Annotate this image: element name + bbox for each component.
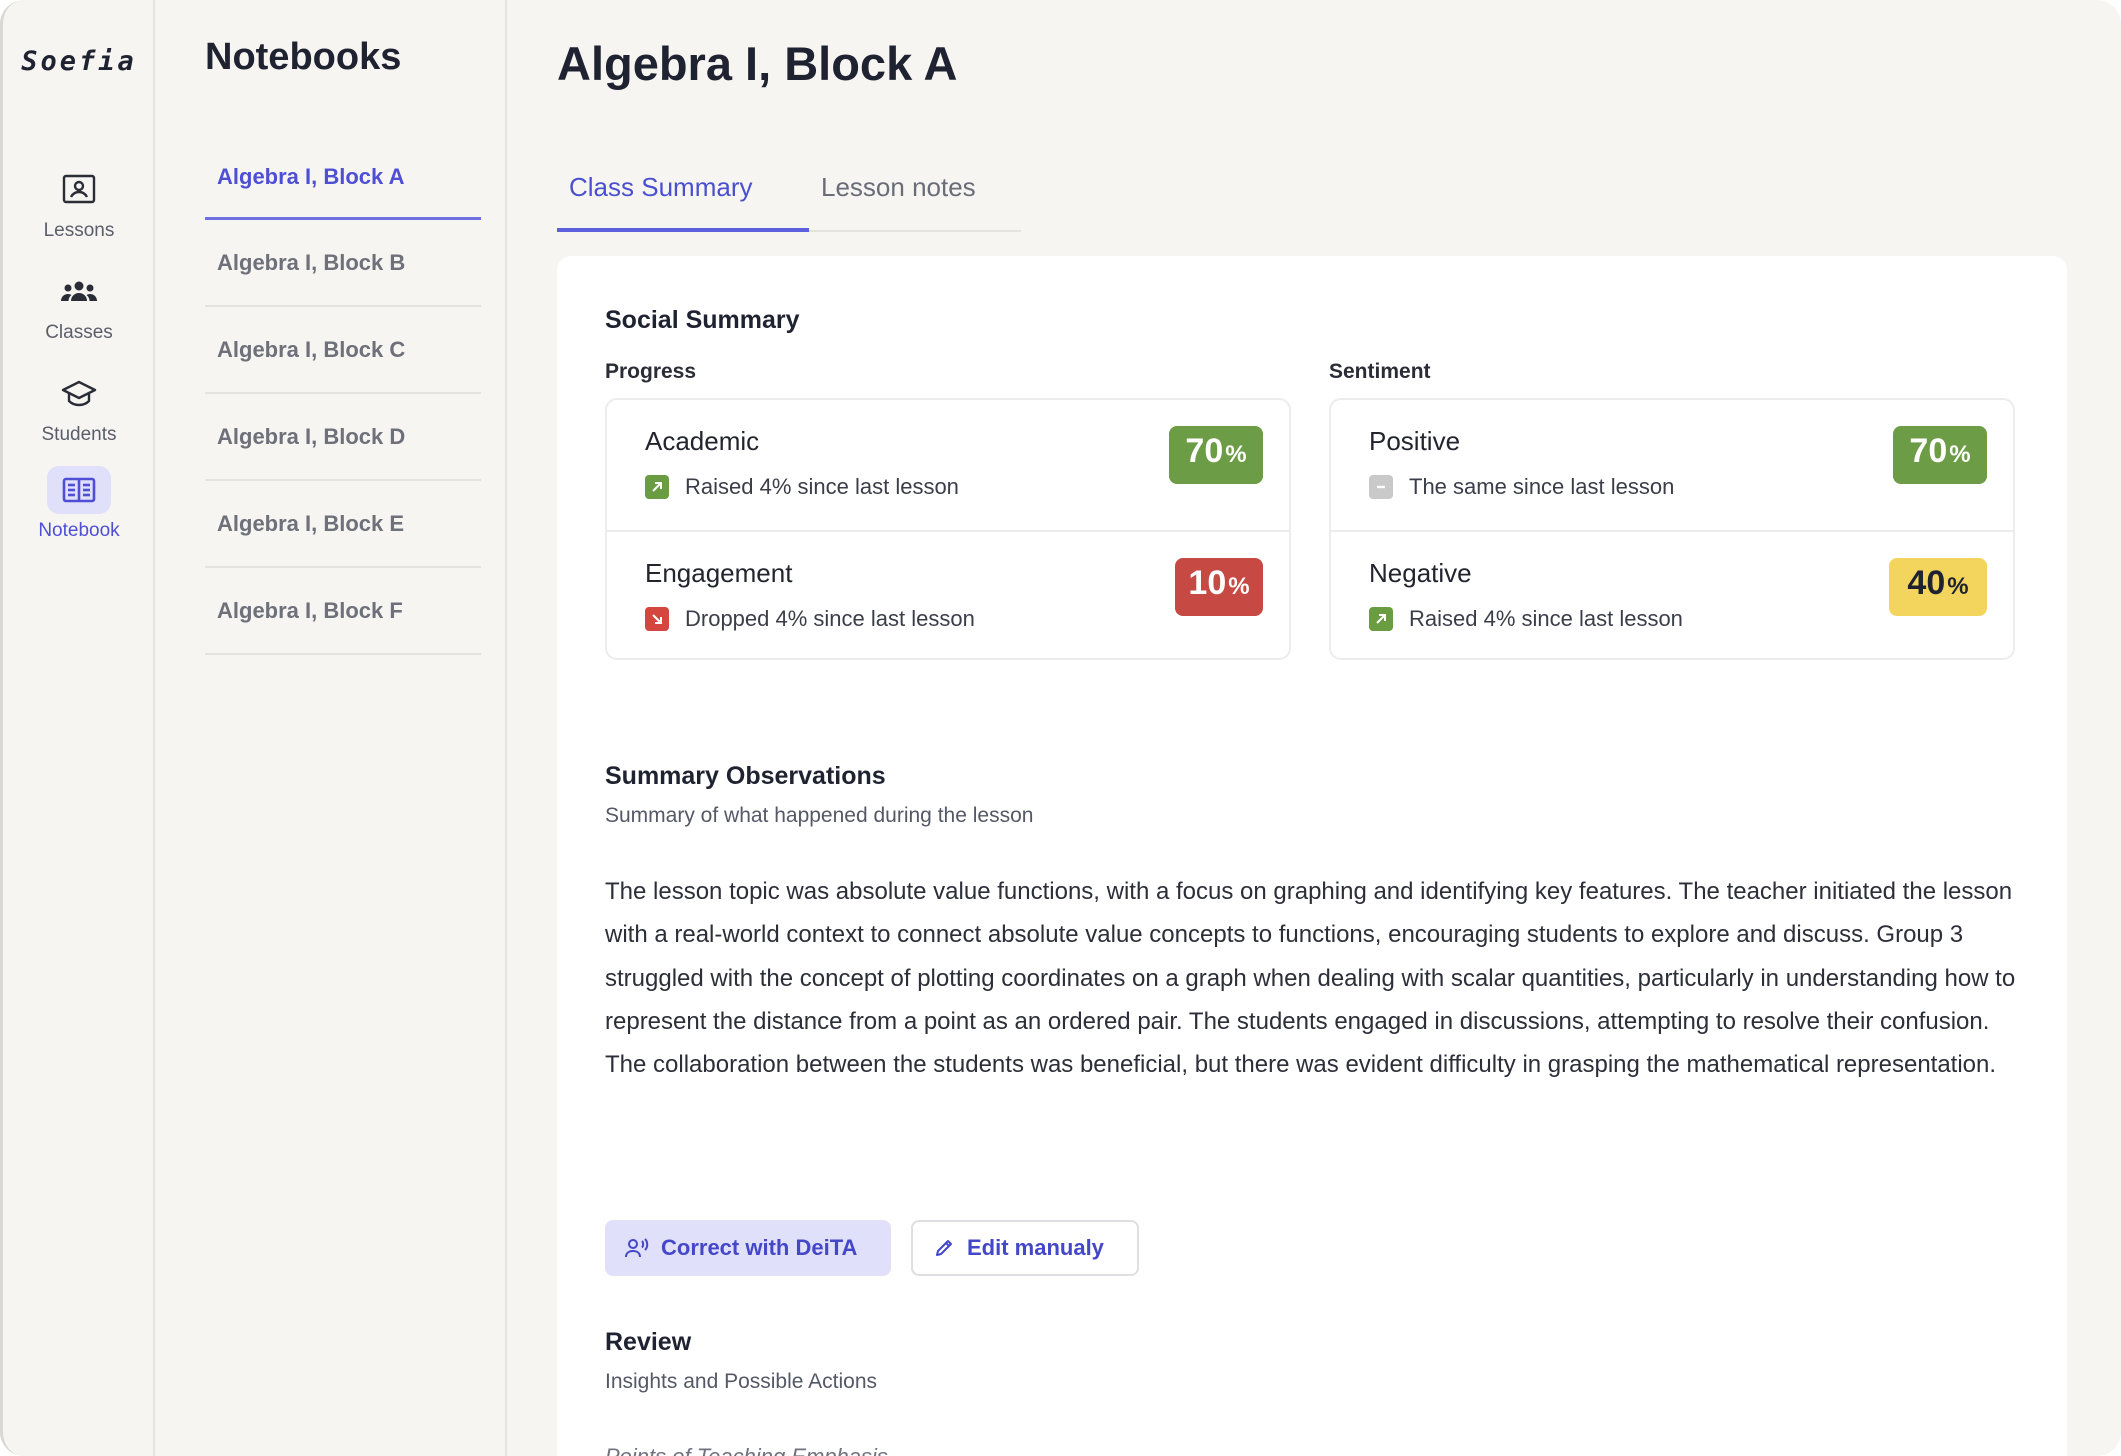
rail-label-lessons: Lessons [43,220,115,241]
trend-down-icon [645,607,669,631]
review-next-heading: Points of Teaching Emphasis [605,1444,888,1456]
observations-body: The lesson topic was absolute value func… [605,878,2016,1079]
app-logo: Soefia [21,46,137,77]
metric-engagement: Engagement Dropped 4% since last lesson … [607,530,1289,660]
rail-label-students: Students [41,424,117,445]
percent-value: 10 [1188,564,1227,602]
metric-change: Raised 4% since last lesson [645,474,959,500]
progress-label: Progress [605,360,697,383]
correct-with-deita-button[interactable]: Correct with DeiTA [605,1220,891,1276]
rail-label-notebook: Notebook [38,520,120,541]
metric-change-text: Raised 4% since last lesson [1409,606,1683,631]
students-icon [47,370,111,418]
percent-badge: 40% [1889,558,1987,616]
notebooks-list: Algebra I, Block A Algebra I, Block B Al… [205,134,481,655]
metric-name: Negative [1369,558,1472,588]
metric-change-text: Dropped 4% since last lesson [685,606,975,631]
percent-badge: 10% [1175,558,1263,616]
percent-unit: % [1949,441,1971,468]
rail-item-notebook[interactable]: Notebook [3,466,155,542]
voice-icon [625,1238,649,1258]
review-subtitle: Insights and Possible Actions [605,1370,877,1393]
metric-name: Academic [645,426,760,456]
trend-up-icon [1369,607,1393,631]
social-summary-title: Social Summary [605,306,800,334]
notebook-item-block-e[interactable]: Algebra I, Block E [205,481,481,568]
metric-negative: Negative Raised 4% since last lesson 40% [1331,530,2013,660]
metric-change: Dropped 4% since last lesson [645,606,975,632]
percent-value: 40 [1907,564,1946,602]
rail-label-classes: Classes [45,322,113,343]
notebook-item-block-b[interactable]: Algebra I, Block B [205,220,481,307]
sentiment-label: Sentiment [1329,360,1431,383]
trend-up-icon [645,475,669,499]
notebooks-panel: Notebooks Algebra I, Block A Algebra I, … [155,0,507,1456]
main-content: Algebra I, Block A Class Summary Lesson … [507,0,2121,1456]
percent-badge: 70% [1893,426,1987,484]
metric-name: Positive [1369,426,1461,456]
review-title: Review [605,1328,692,1356]
metric-name: Engagement [645,558,793,588]
nav-rail: Soefia Lessons Classes Students Notebook [3,0,155,1456]
metric-academic: Academic Raised 4% since last lesson 70% [607,400,1289,530]
app-window: Soefia Lessons Classes Students Notebook… [0,0,2121,1456]
metric-positive: Positive The same since last lesson 70% [1331,400,2013,530]
edit-manually-label: Edit manualy [967,1235,1104,1260]
metric-change-text: Raised 4% since last lesson [685,474,959,499]
rail-item-classes[interactable]: Classes [3,268,155,344]
rail-item-students[interactable]: Students [3,370,155,446]
percent-value: 70 [1185,432,1224,470]
notebook-item-block-f[interactable]: Algebra I, Block F [205,568,481,655]
percent-unit: % [1228,573,1250,600]
progress-box: Academic Raised 4% since last lesson 70%… [605,398,1291,660]
percent-value: 70 [1909,432,1948,470]
notebooks-title: Notebooks [205,36,402,78]
summary-card: Social Summary Progress Sentiment Academ… [557,256,2067,1456]
trend-same-icon [1369,475,1393,499]
percent-badge: 70% [1169,426,1263,484]
lessons-icon [47,166,111,214]
notebook-icon [47,466,111,514]
notebook-item-block-d[interactable]: Algebra I, Block D [205,394,481,481]
page-title: Algebra I, Block A [557,37,958,90]
sentiment-box: Positive The same since last lesson 70% … [1329,398,2015,660]
observations-title: Summary Observations [605,762,886,790]
pencil-icon [936,1240,952,1256]
metric-change: Raised 4% since last lesson [1369,606,1683,632]
correct-with-deita-label: Correct with DeiTA [661,1235,858,1260]
percent-unit: % [1225,441,1247,468]
notebook-item-block-c[interactable]: Algebra I, Block C [205,307,481,394]
metric-change-text: The same since last lesson [1409,474,1675,499]
observations-subtitle: Summary of what happened during the less… [605,804,1034,827]
tab-bar: Class Summary Lesson notes [557,160,1021,232]
tab-lesson-notes[interactable]: Lesson notes [809,160,988,232]
classes-icon [47,268,111,316]
percent-unit: % [1947,573,1969,600]
metric-change: The same since last lesson [1369,474,1674,500]
notebook-item-block-a[interactable]: Algebra I, Block A [205,134,481,220]
rail-item-lessons[interactable]: Lessons [3,166,155,242]
tab-class-summary[interactable]: Class Summary [557,160,809,232]
edit-manually-button[interactable]: Edit manualy [911,1220,1139,1276]
